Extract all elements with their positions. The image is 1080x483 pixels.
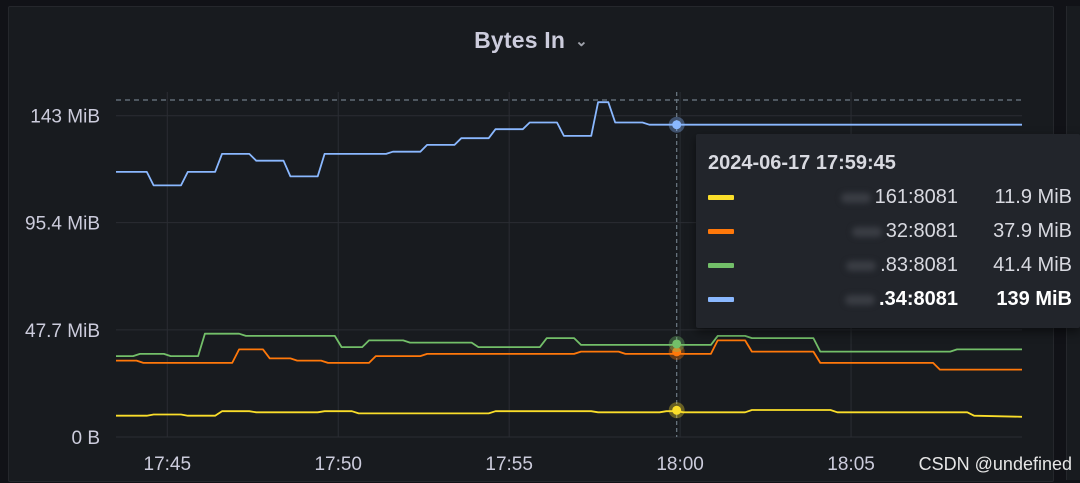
series-line-1 (116, 409, 1023, 418)
series-color-swatch (708, 195, 734, 200)
tooltip-series-name: .34:8081 (845, 288, 958, 311)
series-color-swatch (708, 229, 734, 234)
tooltip-series-name-text: 32:8081 (885, 220, 958, 242)
hover-point (672, 120, 682, 130)
tooltip-series-name-text: .83:8081 (880, 254, 958, 276)
y-tick-label: 0 B (71, 428, 100, 449)
series-line-2 (116, 339, 1022, 371)
redacted-blur (846, 260, 877, 271)
tooltip-series-value: 37.9 MiB (993, 220, 1072, 242)
tooltip-series-value: 11.9 MiB (994, 186, 1072, 208)
redacted-blur (840, 192, 871, 203)
tooltip-row: 161:8081 11.9 MiB (696, 184, 1080, 210)
x-tick-label: 18:05 (827, 454, 875, 475)
tooltip-row: 32:8081 37.9 MiB (696, 218, 1080, 244)
tooltip-row: .34:8081 139 MiB (696, 286, 1080, 312)
tooltip-series-value: 139 MiB (996, 288, 1072, 310)
x-tick-label: 18:00 (656, 454, 704, 475)
x-tick-label: 17:55 (485, 454, 533, 475)
tooltip-series-name-text: .34:8081 (879, 288, 958, 310)
tooltip-series-name: .83:8081 (846, 254, 958, 277)
tooltip-time: 2024-06-17 17:59:45 (708, 152, 896, 174)
hover-point (672, 405, 682, 415)
tooltip-series-name-text: 161:8081 (874, 186, 958, 208)
series-color-swatch (708, 263, 734, 268)
watermark: CSDN @undefined (918, 454, 1072, 474)
tooltip-series-name: 32:8081 (851, 220, 958, 243)
series-line-3 (116, 332, 1022, 358)
redacted-blur (845, 294, 876, 305)
y-tick-label: 47.7 MiB (25, 321, 100, 342)
hover-point (672, 339, 682, 349)
x-tick-label: 17:50 (314, 454, 362, 475)
redacted-blur (851, 226, 882, 237)
y-tick-label: 143 MiB (30, 107, 100, 128)
tooltip-series-name: 161:8081 (840, 186, 958, 209)
x-tick-label: 17:45 (144, 454, 192, 475)
hover-tooltip: 2024-06-17 17:59:45 161:8081 11.9 MiB 32:8… (696, 134, 1080, 328)
tooltip-series-value: 41.4 MiB (993, 254, 1072, 276)
series-color-swatch (708, 297, 734, 302)
y-tick-label: 95.4 MiB (25, 214, 100, 235)
tooltip-row: .83:8081 41.4 MiB (696, 252, 1080, 278)
